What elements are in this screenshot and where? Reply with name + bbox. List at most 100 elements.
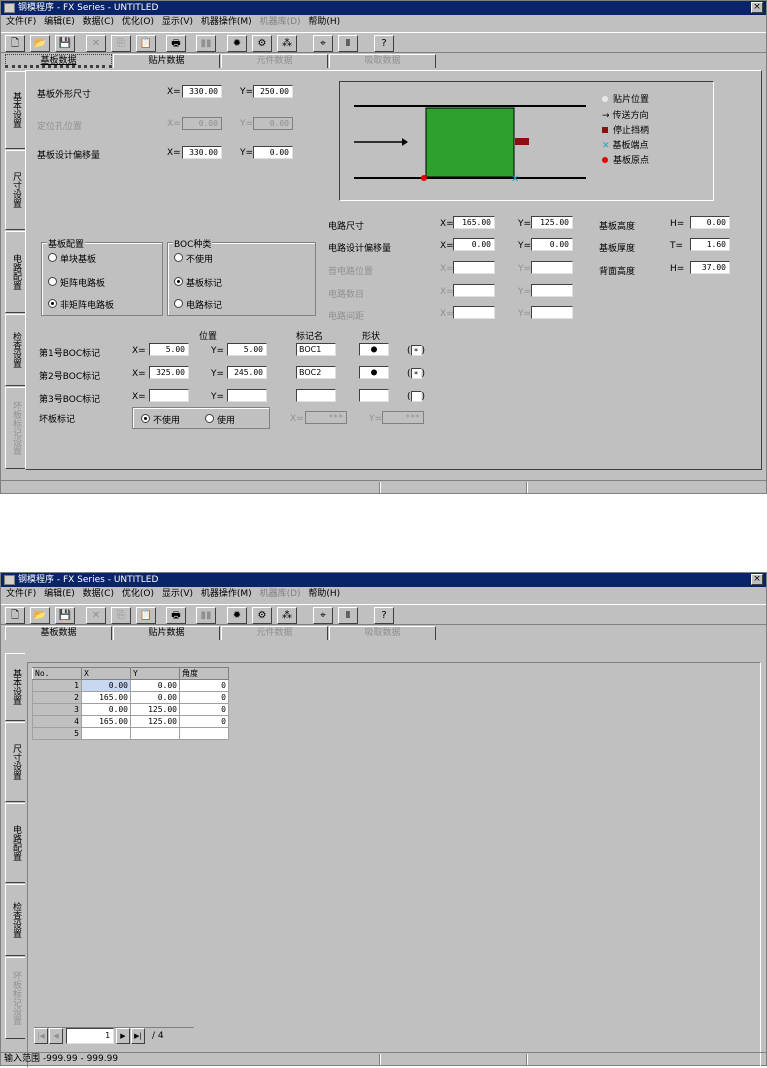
menu-view[interactable]: 显示(V) [162, 588, 193, 601]
machine-icon[interactable]: ⚙ [252, 35, 272, 52]
first-circuit-x-input[interactable] [453, 261, 495, 274]
grid-cell-y[interactable]: 125.00 [130, 715, 180, 728]
grid-cell-y[interactable]: 0.00 [130, 679, 180, 692]
boc1-name-input[interactable]: BOC1 [296, 343, 336, 356]
boc1-shape-select[interactable]: (*) [407, 345, 425, 356]
row-number[interactable]: 1 [32, 679, 82, 692]
tab-component-data[interactable]: 元件数据 [221, 54, 328, 68]
sidetab-basic[interactable]: 基本设置 [5, 71, 25, 149]
menu-file[interactable]: 文件(F) [6, 16, 36, 29]
view-icon[interactable]: ▮▮ [196, 607, 216, 624]
grid-cell-x[interactable]: 165.00 [81, 715, 131, 728]
menu-library[interactable]: 机器库(D) [260, 588, 301, 601]
menu-data[interactable]: 数据(C) [83, 16, 114, 29]
last-page-icon[interactable]: ▶| [131, 1028, 145, 1044]
help-icon[interactable]: ? [374, 35, 394, 52]
circuit-size-y-input[interactable]: 125.00 [531, 216, 573, 229]
mark-icon[interactable]: ⌖ [313, 607, 333, 624]
tab-placement-data[interactable]: 贴片数据 [113, 626, 220, 640]
cut-icon[interactable]: ✕ [86, 35, 106, 52]
circuit-pitch-x-input[interactable] [453, 306, 495, 319]
pause-icon[interactable]: Ⅱ [338, 607, 358, 624]
radio-matrix-board[interactable] [48, 277, 57, 286]
menu-machine[interactable]: 机器操作(M) [201, 16, 252, 29]
grid-cell-y[interactable]: 125.00 [130, 703, 180, 716]
first-circuit-y-input[interactable] [531, 261, 573, 274]
grid-cell-x[interactable]: 0.00 [81, 703, 131, 716]
menu-optimize[interactable]: 优化(O) [122, 588, 154, 601]
grid-cell-x[interactable]: 0.00 [81, 679, 131, 692]
paste-icon[interactable]: 📋 [136, 35, 156, 52]
menu-view[interactable]: 显示(V) [162, 16, 193, 29]
light-icon[interactable]: ✹ [227, 607, 247, 624]
components-icon[interactable]: ⁂ [277, 607, 297, 624]
hole-position-y-input[interactable]: 0.00 [253, 117, 293, 130]
boc1-y-input[interactable]: 5.00 [227, 343, 267, 356]
page-number-input[interactable]: 1 [66, 1028, 114, 1044]
menu-edit[interactable]: 编辑(E) [44, 16, 75, 29]
radio-boc-board[interactable] [174, 277, 183, 286]
radio-non-matrix-board[interactable] [48, 299, 57, 308]
sidetab-basic[interactable]: 基本设置 [5, 653, 25, 721]
help-icon[interactable]: ? [374, 607, 394, 624]
grid-cell-y[interactable]: 0.00 [130, 691, 180, 704]
row-number[interactable]: 2 [32, 691, 82, 704]
grid-cell-angle[interactable]: 0 [179, 679, 229, 692]
grid-cell-x[interactable]: 165.00 [81, 691, 131, 704]
menu-help[interactable]: 帮助(H) [308, 16, 340, 29]
grid-cell-angle[interactable]: 0 [179, 703, 229, 716]
boc2-y-input[interactable]: 245.00 [227, 366, 267, 379]
prev-page-icon[interactable]: ◀ [49, 1028, 63, 1044]
circuit-size-x-input[interactable]: 165.00 [453, 216, 495, 229]
boc3-y-input[interactable] [227, 389, 267, 402]
menu-library[interactable]: 机器库(D) [260, 16, 301, 29]
back-height-input[interactable]: 37.00 [690, 261, 730, 274]
machine-icon[interactable]: ⚙ [252, 607, 272, 624]
boc2-shape-select[interactable]: (*) [407, 368, 425, 379]
grid-cell-angle[interactable] [179, 727, 229, 740]
sidetab-inspect[interactable]: 检查设置 [5, 884, 25, 956]
circuit-offset-x-input[interactable]: 0.00 [453, 238, 495, 251]
bad-mark-x-input[interactable]: *** [305, 411, 347, 424]
copy-icon[interactable]: ⎘ [111, 35, 131, 52]
radio-boc-none[interactable] [174, 253, 183, 262]
sidetab-inspect[interactable]: 检查设置 [5, 314, 25, 386]
close-button[interactable]: × [751, 2, 763, 13]
design-offset-y-input[interactable]: 0.00 [253, 146, 293, 159]
paste-icon[interactable]: 📋 [136, 607, 156, 624]
grid-cell-x[interactable] [81, 727, 131, 740]
copy-icon[interactable]: ⎘ [111, 607, 131, 624]
radio-bad-mark-unused[interactable] [141, 414, 150, 423]
sidetab-size[interactable]: 尺寸设置 [5, 150, 25, 230]
design-offset-x-input[interactable]: 330.00 [182, 146, 222, 159]
row-number[interactable]: 3 [32, 703, 82, 716]
print-icon[interactable]: 🖶 [166, 35, 186, 52]
print-icon[interactable]: 🖶 [166, 607, 186, 624]
tab-pickup-data[interactable]: 吸取数据 [329, 54, 436, 68]
sidetab-circuit[interactable]: 电路配置 [5, 803, 25, 883]
tab-component-data[interactable]: 元件数据 [221, 626, 328, 640]
radio-boc-circuit[interactable] [174, 299, 183, 308]
sidetab-bad-mark[interactable]: 坏板标记设置 [5, 957, 25, 1039]
tab-board-data[interactable]: 基板数据 [5, 626, 112, 640]
cut-icon[interactable]: ✕ [86, 607, 106, 624]
save-icon[interactable]: 💾 [55, 35, 75, 52]
boc3-shape-select[interactable]: () [407, 391, 425, 402]
next-page-icon[interactable]: ▶ [116, 1028, 130, 1044]
grid-cell-y[interactable] [130, 727, 180, 740]
tab-placement-data[interactable]: 贴片数据 [113, 54, 220, 68]
board-height-input[interactable]: 0.00 [690, 216, 730, 229]
open-icon[interactable]: 📂 [30, 35, 50, 52]
grid-cell-angle[interactable]: 0 [179, 691, 229, 704]
bad-mark-y-input[interactable]: *** [382, 411, 424, 424]
board-thickness-input[interactable]: 1.60 [690, 238, 730, 251]
board-size-x-input[interactable]: 330.00 [182, 85, 222, 98]
menu-machine[interactable]: 机器操作(M) [201, 588, 252, 601]
sidetab-bad-mark[interactable]: 坏板标记设置 [5, 387, 25, 469]
circuit-offset-y-input[interactable]: 0.00 [531, 238, 573, 251]
boc1-x-input[interactable]: 5.00 [149, 343, 189, 356]
save-icon[interactable]: 💾 [55, 607, 75, 624]
view-icon[interactable]: ▮▮ [196, 35, 216, 52]
pause-icon[interactable]: Ⅱ [338, 35, 358, 52]
light-icon[interactable]: ✹ [227, 35, 247, 52]
